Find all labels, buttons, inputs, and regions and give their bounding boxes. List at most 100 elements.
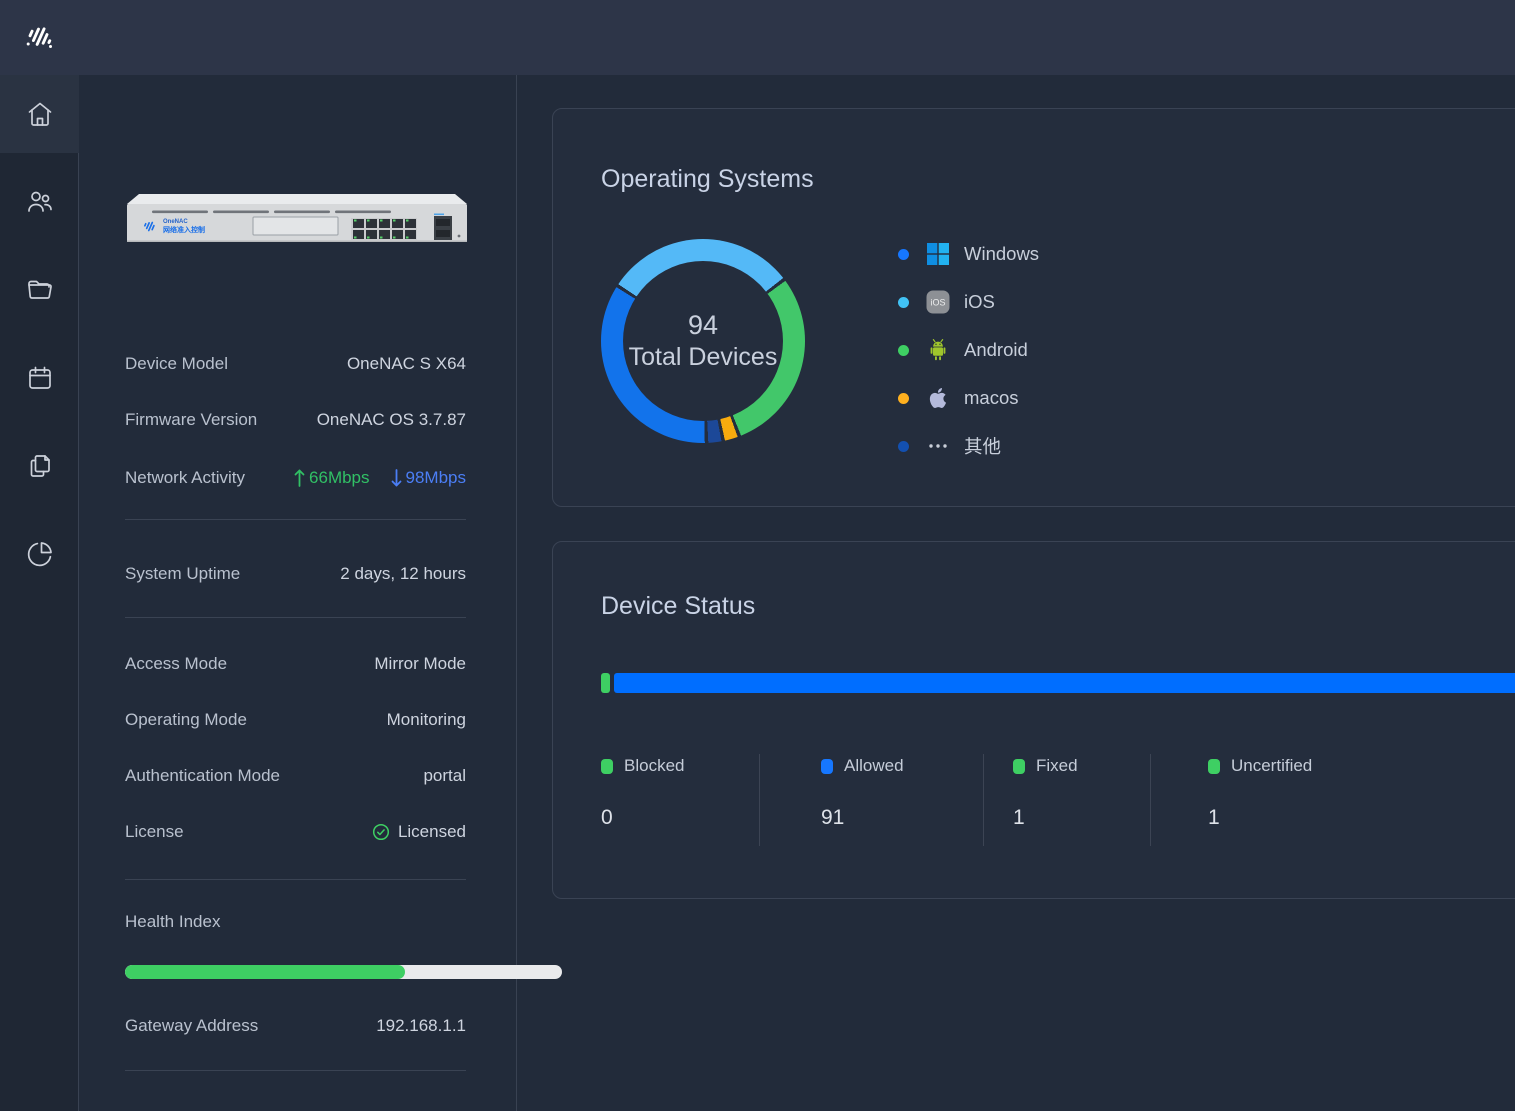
device-status-card: Device Status Blocked 0 Allowed 91 Fixed… [552,541,1515,899]
android-legend-dot [898,344,909,356]
total-devices-label: Total Devices [628,343,778,372]
os-legend: Windows iOS iOS Android macos 其他 [898,230,1039,470]
home-icon [28,102,51,126]
ellipsis-icon [926,434,950,458]
fixed-value: 1 [1013,806,1025,829]
sidebar-item-home[interactable] [0,75,79,153]
gateway-address-row: Gateway Address 192.168.1.1 [125,1013,466,1039]
stat-blocked: Blocked 0 [601,756,684,830]
firmware-version-value: OneNAC OS 3.7.87 [316,410,466,429]
other-legend-label: 其他 [964,436,1002,457]
sidebar-item-users[interactable] [0,163,79,241]
upload-speed-value: 66Mbps [309,468,370,487]
blocked-label: Blocked [624,756,685,775]
divider [125,519,466,520]
access-mode-row: Access Mode Mirror Mode [125,651,466,677]
firmware-version-label: Firmware Version [125,410,258,429]
health-index-bar [125,965,562,979]
macos-legend-dot [898,392,909,404]
device-appliance-image: OneNAC 网络准入控制 [127,194,467,242]
network-activity-label: Network Activity [125,468,245,487]
firmware-version-row: Firmware Version OneNAC OS 3.7.87 [125,407,466,433]
os-donut-ring: 94 Total Devices [601,239,805,443]
gateway-address-value: 192.168.1.1 [376,1016,466,1035]
operating-mode-row: Operating Mode Monitoring [125,707,466,733]
gateway-address-label: Gateway Address [125,1016,259,1035]
divider [125,879,466,880]
download-speed: 98Mbps [390,467,466,489]
access-mode-label: Access Mode [125,654,228,673]
android-legend-label: Android [964,339,1028,360]
windows-legend-dot [898,248,909,260]
divider [125,1070,466,1071]
macos-legend-label: macos [964,387,1019,408]
allowed-value: 91 [821,806,845,829]
device-ethernet-ports [351,218,417,240]
stat-divider [983,754,984,846]
device-sfp-ports [434,213,452,240]
authentication-mode-value: portal [423,766,466,785]
fixed-swatch [1013,758,1025,774]
sidebar-item-files[interactable] [0,251,79,329]
sidebar-item-reports[interactable] [0,515,79,593]
device-info-panel: OneNAC 网络准入控制 Device Model OneNAC S X64 … [79,75,562,1111]
upload-speed: 66Mbps [293,467,370,489]
blocked-value: 0 [601,806,613,829]
health-index-fill [125,965,405,979]
android-icon [926,338,950,362]
uncertified-label: Uncertified [1231,756,1313,775]
stat-fixed: Fixed 1 [1013,756,1078,830]
calendar-icon [28,366,51,389]
stat-divider [759,754,760,846]
operating-mode-value: Monitoring [386,710,466,729]
device-brand-text: OneNAC [163,219,188,225]
ios-legend-dot [898,296,909,308]
license-label: License [125,822,184,841]
windows-legend-label: Windows [964,243,1040,264]
device-model-value: OneNAC S X64 [346,354,466,373]
device-status-bar [601,673,1515,693]
users-icon [27,191,52,212]
documents-icon [30,455,50,477]
operating-systems-title: Operating Systems [601,165,814,193]
device-brand-text-cn: 网络准入控制 [163,225,205,234]
system-uptime-value: 2 days, 12 hours [340,564,466,583]
other-legend-dot [898,440,909,452]
authentication-mode-row: Authentication Mode portal [125,763,466,789]
device-model-row: Device Model OneNAC S X64 [125,351,466,377]
legend-item-macos[interactable]: macos [898,374,1039,422]
fixed-label: Fixed [1036,756,1078,775]
operating-systems-card: Operating Systems 94 Total Devices Windo… [552,108,1515,507]
system-uptime-row: System Uptime 2 days, 12 hours [125,561,466,587]
divider [125,617,466,618]
legend-item-windows[interactable]: Windows [898,230,1039,278]
ios-legend-label: iOS [964,291,995,312]
legend-item-android[interactable]: Android [898,326,1039,374]
download-speed-value: 98Mbps [405,468,466,487]
legend-item-other[interactable]: 其他 [898,422,1039,470]
legend-item-ios[interactable]: iOS iOS [898,278,1039,326]
app-logo [0,0,79,75]
stat-uncertified: Uncertified 1 [1208,756,1312,830]
authentication-mode-label: Authentication Mode [125,766,280,785]
topbar [0,0,1515,75]
uncertified-value: 1 [1208,806,1220,829]
license-row: License Licensed [125,819,466,845]
allowed-swatch [821,758,833,774]
os-donut-center: 94 Total Devices [623,261,783,421]
stat-allowed: Allowed 91 [821,756,904,830]
network-activity-row: Network Activity 66Mbps 98Mbps [125,465,466,491]
license-value: Licensed [397,822,466,841]
svg-text:iOS: iOS [930,298,945,308]
health-index-row: Health Index [125,909,466,935]
health-index-label: Health Index [125,912,221,931]
device-status-title: Device Status [601,592,756,620]
sidebar-item-documents[interactable] [0,427,79,505]
access-mode-value: Mirror Mode [374,654,466,673]
windows-icon [926,242,950,266]
license-check-icon [372,823,389,841]
sidebar-item-schedule[interactable] [0,339,79,417]
sidebar [0,75,79,1111]
arrow-up-icon [294,469,305,487]
arrow-down-icon [391,469,401,487]
